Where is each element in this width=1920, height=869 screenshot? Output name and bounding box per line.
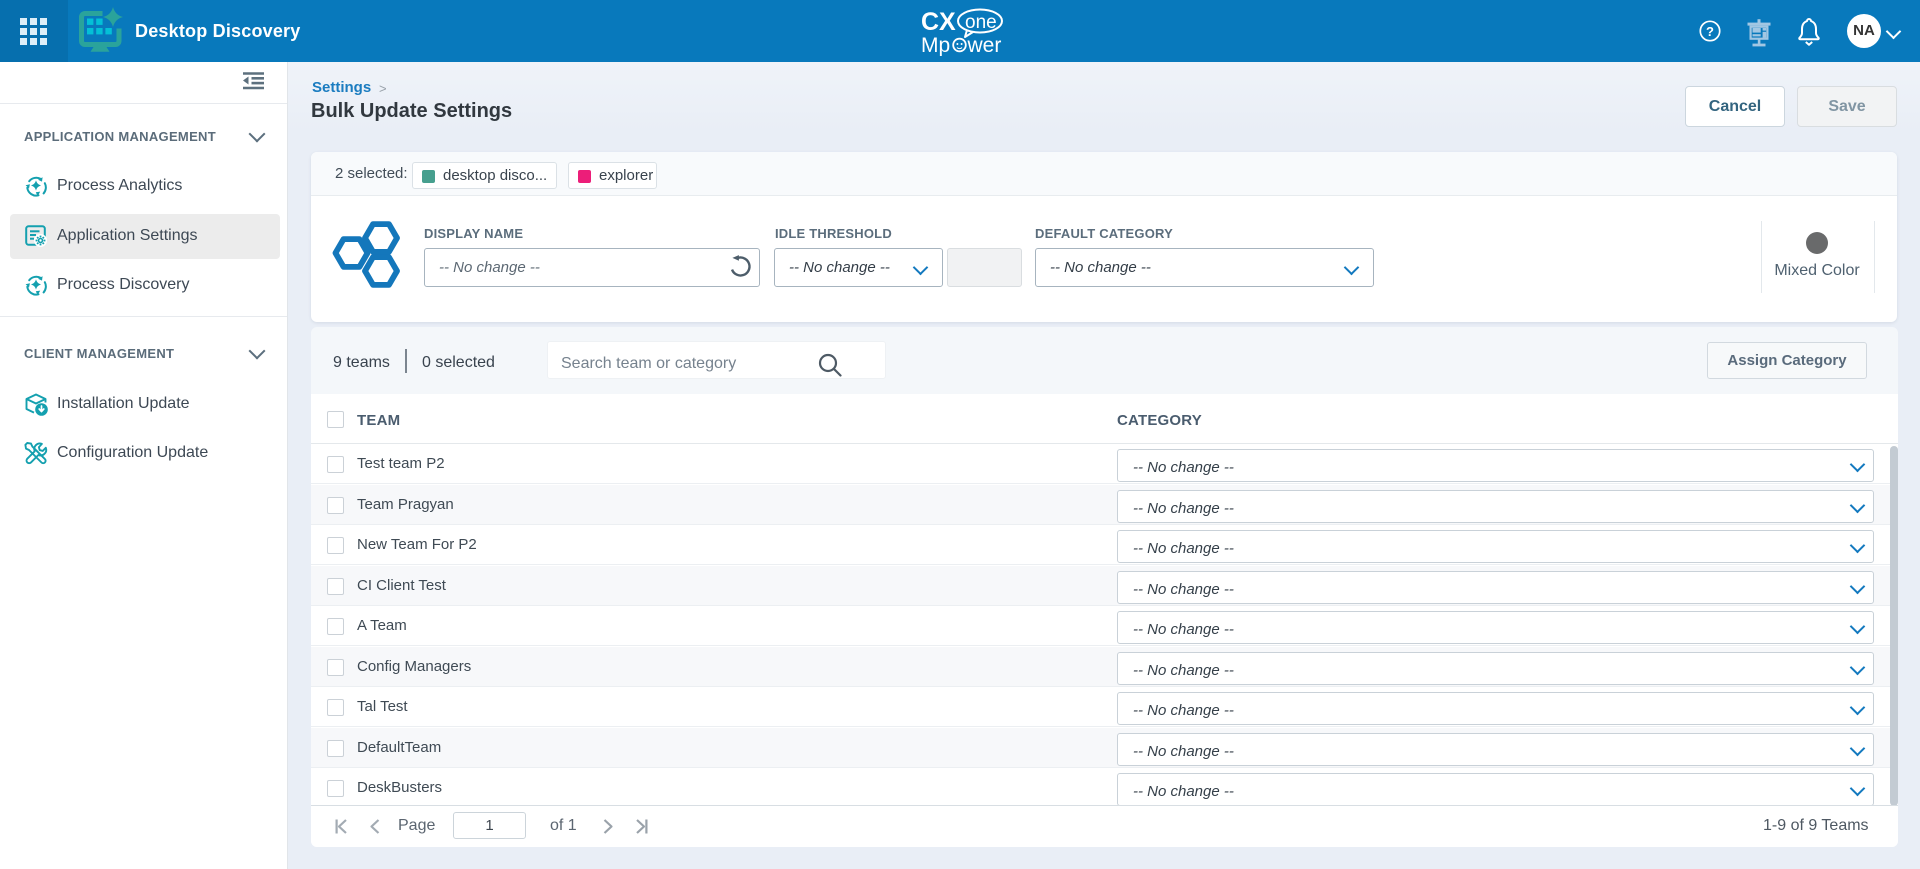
svg-text:one: one — [965, 12, 997, 33]
svg-text:?: ? — [1706, 24, 1714, 39]
svg-text:Mp: Mp — [921, 34, 950, 56]
svg-text:wer: wer — [967, 34, 1002, 56]
svg-text:CX: CX — [921, 8, 956, 36]
